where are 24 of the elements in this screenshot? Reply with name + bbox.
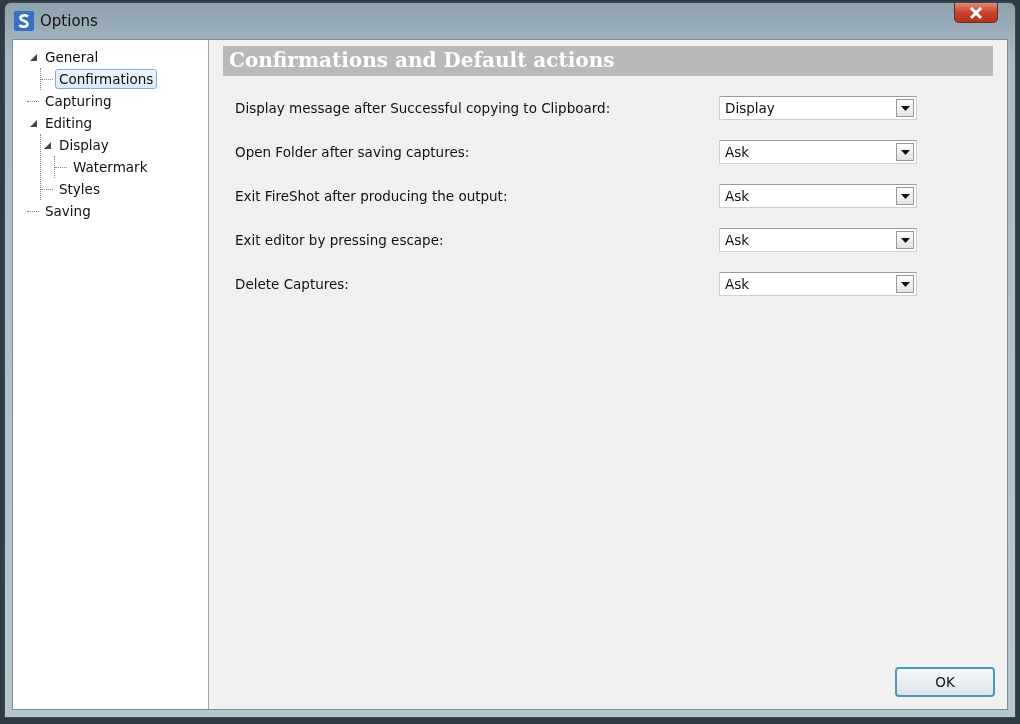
tree-item[interactable]: Styles	[55, 179, 104, 199]
dropdown[interactable]: Ask	[719, 184, 917, 208]
app-logo-icon	[14, 11, 34, 31]
setting-label: Open Folder after saving captures:	[235, 144, 470, 160]
section-heading: Confirmations and Default actions	[223, 46, 993, 76]
tree-item[interactable]: Saving	[41, 201, 95, 221]
tree-item[interactable]: General	[41, 47, 103, 67]
close-icon	[969, 6, 983, 19]
tree-item[interactable]: Editing	[41, 113, 97, 133]
dropdown[interactable]: Ask	[719, 140, 917, 164]
tree-item[interactable]: Watermark	[69, 157, 152, 177]
dropdown[interactable]: Ask	[719, 228, 917, 252]
tree-item[interactable]: Display	[55, 135, 113, 155]
setting-label: Exit editor by pressing escape:	[235, 232, 444, 248]
setting-label: Delete Captures:	[235, 276, 349, 292]
tree-item[interactable]: Capturing	[41, 91, 116, 111]
tree-item[interactable]: Confirmations	[55, 69, 158, 89]
dropdown[interactable]: Ask	[719, 272, 917, 296]
setting-label: Display message after Successful copying to Clipboard:	[235, 100, 611, 116]
ok-button[interactable]: OK	[895, 667, 995, 697]
dropdown[interactable]: Display	[719, 96, 917, 120]
close-button[interactable]	[954, 3, 998, 23]
window-title: Options	[40, 12, 99, 30]
setting-label: Exit FireShot after producing the output:	[235, 188, 508, 204]
